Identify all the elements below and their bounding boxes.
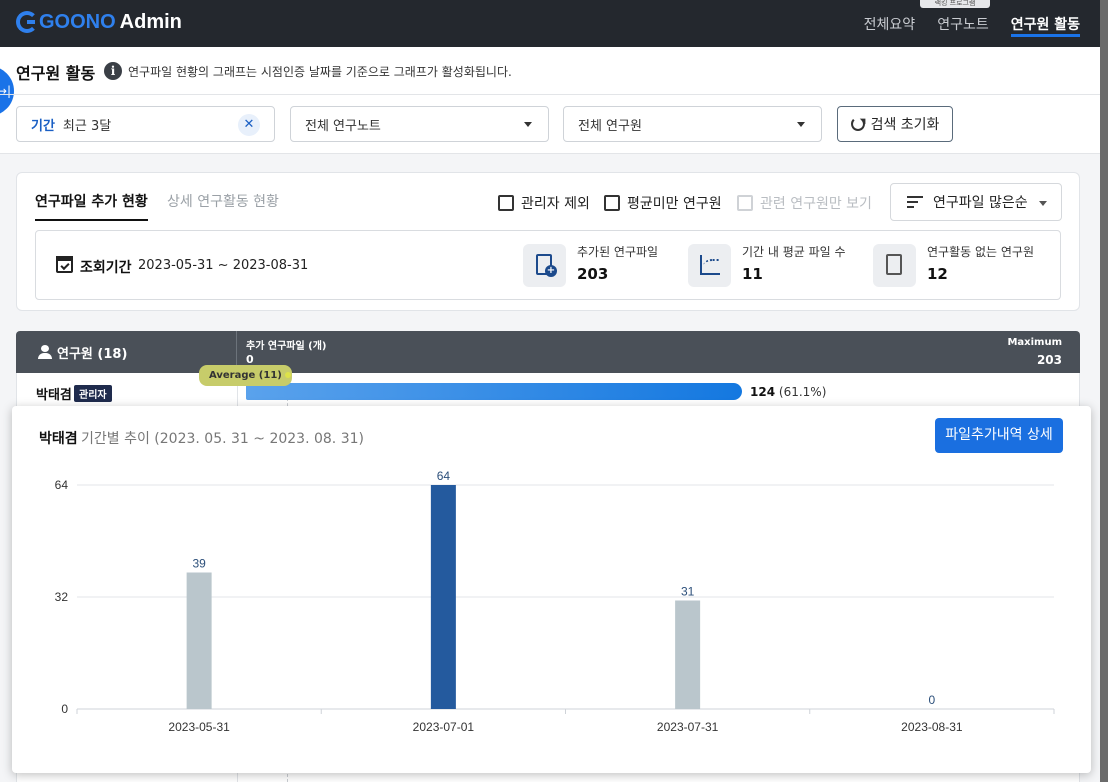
chart-trend-icon bbox=[688, 244, 731, 287]
period-filter-label: 기간 bbox=[31, 118, 55, 134]
expand-arrow-icon: →| bbox=[0, 84, 11, 98]
sort-select[interactable]: 연구파일 많은순 bbox=[890, 183, 1062, 221]
x-tick-label: 2023-05-31 bbox=[168, 720, 230, 734]
chart-bar bbox=[186, 572, 212, 709]
researcher-select[interactable]: 전체 연구원 bbox=[563, 106, 822, 142]
stat-value: 12 bbox=[927, 265, 948, 283]
filter-divider bbox=[0, 153, 1100, 154]
bar-value-label: 39 bbox=[192, 557, 206, 571]
average-tag: Average (11) bbox=[199, 365, 292, 386]
bar-value-label: 64 bbox=[437, 469, 451, 483]
clear-period-button[interactable]: ✕ bbox=[238, 114, 260, 136]
note-select-value: 전체 연구노트 bbox=[305, 118, 381, 134]
stat-value: 11 bbox=[742, 265, 763, 283]
reset-search-button[interactable]: 검색 초기화 bbox=[837, 106, 953, 142]
chevron-down-icon bbox=[524, 122, 532, 127]
period-filter-value: 최근 3달 bbox=[62, 118, 112, 134]
checkbox-label: 평균미만 연구원 bbox=[627, 196, 722, 212]
stat-title: 기간 내 평균 파일 수 bbox=[742, 245, 846, 259]
sort-icon bbox=[907, 195, 925, 209]
chart-bar bbox=[675, 600, 701, 709]
table-header: 연구원 (18) 추가 연구파일 (개) 0 Maximum 203 bbox=[16, 331, 1080, 373]
y-tick-label: 32 bbox=[55, 590, 69, 604]
y-tick-label: 0 bbox=[61, 702, 68, 716]
logo-suffix: Admin bbox=[119, 10, 182, 33]
calendar-check-icon bbox=[56, 256, 73, 273]
exclude-admin-checkbox[interactable]: 관리자 제외 bbox=[498, 193, 590, 213]
tab-activity-detail[interactable]: 상세 연구활동 현황 bbox=[167, 191, 279, 211]
user-icon bbox=[38, 345, 52, 359]
checkbox-icon bbox=[737, 195, 753, 211]
tab-file-additions[interactable]: 연구파일 추가 현황 bbox=[35, 191, 148, 221]
note-select[interactable]: 전체 연구노트 bbox=[290, 106, 549, 142]
app-logo[interactable]: GOONO Admin bbox=[16, 9, 182, 35]
period-range: 2023-05-31 ~ 2023-08-31 bbox=[138, 258, 309, 273]
logo-g-icon bbox=[16, 11, 38, 33]
header-divider bbox=[0, 94, 1100, 95]
page-description: 연구파일 현황의 그래프는 시점인증 날짜를 기준으로 그래프가 활성화됩니다. bbox=[128, 65, 512, 79]
below-average-checkbox[interactable]: 평균미만 연구원 bbox=[604, 193, 722, 213]
stat-title: 연구활동 없는 연구원 bbox=[927, 245, 1034, 259]
checkbox-icon bbox=[498, 195, 514, 211]
bar-value-label: 0 bbox=[929, 693, 936, 707]
chevron-down-icon bbox=[797, 122, 805, 127]
file-add-icon: + bbox=[523, 244, 566, 287]
average-marker bbox=[285, 372, 291, 378]
files-column-header: 추가 연구파일 (개) bbox=[246, 341, 327, 352]
reset-search-label: 검색 초기화 bbox=[870, 117, 940, 133]
related-only-checkbox[interactable]: 관련 연구원만 보기 bbox=[737, 193, 872, 213]
period-filter[interactable]: 기간 최근 3달 ✕ bbox=[16, 106, 275, 142]
axis-max-value: 203 bbox=[1036, 353, 1062, 367]
checkbox-label: 관리자 제외 bbox=[521, 196, 590, 212]
stat-title: 추가된 연구파일 bbox=[577, 245, 659, 259]
sidebar-toggle-button[interactable]: →| bbox=[0, 66, 14, 116]
researcher-select-value: 전체 연구원 bbox=[578, 118, 642, 134]
page-title: 연구원 활동 bbox=[16, 64, 96, 83]
x-tick-label: 2023-07-31 bbox=[657, 720, 719, 734]
axis-max-label: Maximum bbox=[1007, 337, 1062, 348]
chevron-down-icon bbox=[1039, 201, 1047, 206]
summary-card: 연구파일 추가 현황 상세 연구활동 현황 관리자 제외 평균미만 연구원 관련… bbox=[16, 172, 1080, 311]
file-empty-icon bbox=[873, 244, 916, 287]
sort-label: 연구파일 많은순 bbox=[933, 195, 1028, 211]
researcher-count: 연구원 (18) bbox=[57, 346, 128, 362]
stat-value: 203 bbox=[577, 265, 609, 283]
period-title: 조회기간 bbox=[80, 260, 132, 276]
trend-bar-chart: 0 32 64 39 2023-05-31 64 2023-07-01 31 2023-07-3… bbox=[55, 469, 1055, 734]
x-tick-label: 2023-08-31 bbox=[901, 720, 963, 734]
window-edge bbox=[1100, 0, 1108, 782]
nav-tooltip: 랙킹 프로그램 bbox=[920, 0, 990, 8]
admin-badge: 관리자 bbox=[74, 385, 112, 402]
summary-panel: 조회기간 2023-05-31 ~ 2023-08-31 + 추가된 연구파일 … bbox=[35, 230, 1061, 300]
checkbox-icon bbox=[604, 195, 620, 211]
nav-summary[interactable]: 전체요약 bbox=[864, 0, 916, 47]
file-count-value: 124 (61.1%) bbox=[750, 385, 827, 399]
logo-brand: GOONO bbox=[39, 10, 116, 33]
info-icon: i bbox=[104, 62, 122, 80]
chart-bar bbox=[430, 485, 456, 709]
trend-popup: 박태겸 기간별 추이 (2023. 05. 31 ~ 2023. 08. 31)… bbox=[12, 406, 1091, 773]
researcher-name: 박태겸 bbox=[36, 388, 72, 403]
nav-researcher-activity[interactable]: 연구원 활동 bbox=[1010, 0, 1081, 47]
refresh-icon bbox=[850, 117, 865, 131]
file-count-bar bbox=[246, 383, 742, 400]
y-tick-label: 64 bbox=[55, 478, 69, 492]
bar-value-label: 31 bbox=[681, 585, 695, 599]
checkbox-label: 관련 연구원만 보기 bbox=[760, 196, 872, 212]
x-tick-label: 2023-07-01 bbox=[413, 720, 475, 734]
